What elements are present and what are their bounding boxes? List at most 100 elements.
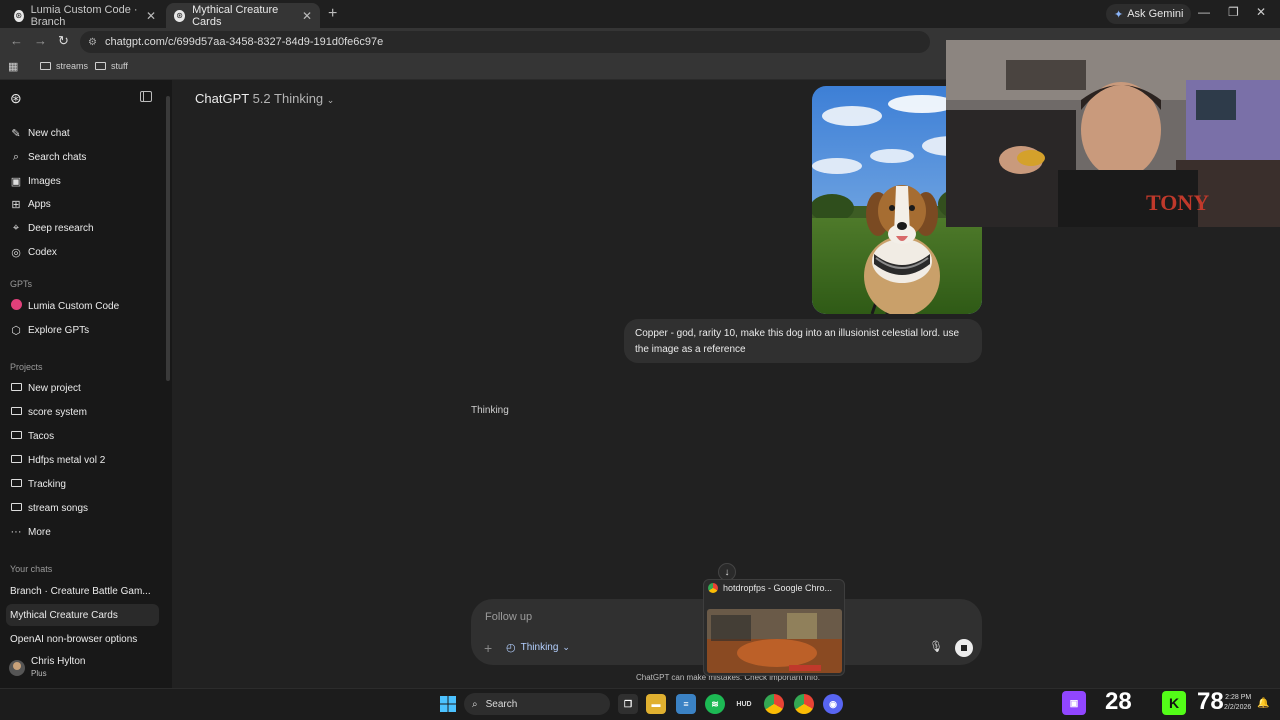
apps-icon: ⊞ — [11, 198, 21, 211]
project-stream-songs[interactable]: stream songs — [10, 497, 160, 519]
hud-fx-icon[interactable]: HUD — [734, 694, 754, 714]
clock-date: 2/2/2026 — [1224, 704, 1252, 711]
sidebar-item-images[interactable]: ▣ Images — [10, 170, 160, 192]
sidebar-item-explore-gpts[interactable]: ⬡ Explore GPTs — [10, 319, 160, 341]
task-view-icon[interactable]: ❐ — [618, 694, 638, 714]
kick-icon[interactable]: K — [1162, 691, 1186, 715]
windows-start-icon[interactable] — [438, 694, 458, 714]
folder-icon — [40, 62, 51, 70]
sidebar-item-new-chat[interactable]: ✎ New chat — [10, 122, 160, 144]
project-score-system[interactable]: score system — [10, 401, 160, 423]
sidebar-scrollbar[interactable] — [166, 96, 170, 381]
file-explorer-icon[interactable]: ▬ — [646, 694, 666, 714]
bookmark-streams[interactable]: streams — [40, 61, 88, 71]
chrome-icon[interactable] — [794, 694, 814, 714]
sidebar-item-apps[interactable]: ⊞ Apps — [10, 193, 160, 215]
project-tacos[interactable]: Tacos — [10, 425, 160, 447]
tab-lumia[interactable]: ⊛ Lumia Custom Code · Branch ✕ — [6, 3, 164, 28]
sidebar-item-label: Tracking — [28, 478, 66, 490]
sidebar-item-label: stream songs — [28, 502, 89, 514]
sidebar-item-deep-research[interactable]: ⌖ Deep research — [10, 217, 160, 239]
stop-icon — [961, 645, 967, 651]
model-name: ChatGPT — [195, 91, 249, 106]
sidebar-item-label: New project — [28, 382, 81, 394]
minimize-icon[interactable]: — — [1198, 5, 1210, 19]
window-close-icon[interactable]: ✕ — [1256, 5, 1266, 19]
taskbar-search-label: Search — [485, 698, 518, 710]
bookmark-label: streams — [56, 61, 89, 71]
chat-item-openai-non-browser[interactable]: OpenAI non-browser options — [6, 628, 159, 650]
model-selector[interactable]: ChatGPT 5.2 Thinking ⌄ — [195, 91, 334, 106]
discord-icon[interactable]: ◉ — [823, 694, 843, 714]
site-info-icon[interactable]: ⚙ — [88, 37, 97, 48]
chat-item-branch-creature[interactable]: Branch · Creature Battle Gam... — [6, 580, 159, 602]
stop-generating-button[interactable] — [955, 639, 973, 657]
twitch-viewer-count: 28 — [1105, 688, 1132, 715]
timer-icon: ◴ — [506, 642, 516, 654]
bookmark-label: stuff — [111, 61, 128, 71]
apps-grid-icon[interactable]: ▦ — [8, 60, 18, 73]
maximize-icon[interactable]: ❐ — [1228, 5, 1239, 19]
sidebar-item-label: Hdfps metal vol 2 — [28, 454, 106, 466]
gemini-spark-icon: ✦ — [1114, 8, 1124, 21]
system-clock[interactable]: 2:28 PM 2/2/2026 — [1224, 693, 1251, 713]
preview-thumbnail[interactable] — [707, 609, 842, 673]
notepad-icon[interactable]: ≡ — [676, 694, 696, 714]
twitch-icon[interactable]: ▣ — [1062, 691, 1086, 715]
new-tab-plus-icon[interactable]: + — [328, 5, 337, 23]
openai-logo-icon[interactable]: ⊛ — [10, 90, 22, 107]
folder-icon — [10, 478, 22, 490]
thinking-status[interactable]: Thinking — [471, 405, 509, 416]
image-icon: ▣ — [10, 175, 22, 188]
back-icon[interactable]: ← — [10, 33, 23, 48]
kick-viewer-count: 78 — [1197, 688, 1224, 715]
spotify-icon[interactable]: ≋ — [705, 694, 725, 714]
sidebar-item-codex[interactable]: ◎ Codex — [10, 241, 160, 263]
more-dots-icon: ··· — [10, 526, 22, 538]
sidebar-item-more[interactable]: ··· More — [10, 521, 160, 543]
arrow-down-icon: ↓ — [724, 566, 730, 578]
ask-gemini-label: Ask Gemini — [1127, 8, 1184, 20]
webcam-overlay: TONY — [946, 40, 1280, 227]
sidebar-item-label: Images — [28, 175, 61, 187]
close-icon[interactable]: ✕ — [146, 9, 156, 23]
chatgpt-favicon-icon: ⊛ — [174, 9, 186, 22]
taskbar — [0, 688, 1280, 720]
avatar[interactable] — [9, 660, 25, 676]
project-tracking[interactable]: Tracking — [10, 473, 160, 495]
follow-up-input[interactable]: Follow up — [485, 611, 532, 623]
search-icon: ⌕ — [12, 150, 20, 163]
sidebar-toggle-icon[interactable] — [140, 91, 152, 102]
reload-icon[interactable]: ↻ — [58, 33, 69, 49]
add-attachment-icon[interactable]: + — [484, 640, 492, 656]
preview-title-label: hotdropfps - Google Chro... — [723, 583, 833, 593]
microphone-icon[interactable]: 🎙 — [929, 640, 943, 653]
sidebar-item-label: score system — [28, 406, 87, 418]
project-hdfps-metal-vol-2[interactable]: Hdfps metal vol 2 — [10, 449, 160, 471]
lumia-gpt-icon — [10, 299, 22, 313]
sidebar-item-new-project[interactable]: New project — [10, 377, 160, 399]
ask-gemini-button[interactable]: ✦ Ask Gemini — [1106, 4, 1192, 24]
sidebar-item-lumia-custom-code[interactable]: Lumia Custom Code — [10, 295, 160, 317]
chrome-icon[interactable] — [764, 694, 784, 714]
sidebar-item-label: Explore GPTs — [28, 324, 90, 336]
notification-bell-icon[interactable]: 🔔 — [1257, 698, 1269, 709]
user-name[interactable]: Chris Hylton — [31, 656, 85, 667]
forward-icon[interactable]: → — [34, 33, 47, 48]
thinking-mode-pill[interactable]: ◴ Thinking ⌄ — [506, 641, 570, 654]
close-icon[interactable]: ✕ — [302, 9, 312, 23]
bookmark-stuff[interactable]: stuff — [95, 61, 128, 71]
sidebar-item-label: Lumia Custom Code — [28, 300, 120, 312]
chrome-icon — [708, 583, 718, 593]
tab-title: Lumia Custom Code · Branch — [30, 3, 138, 28]
taskbar-search[interactable]: ⌕ Search — [464, 693, 610, 715]
tab-mythical[interactable]: ⊛ Mythical Creature Cards ✕ — [166, 3, 320, 28]
chat-item-mythical-creature-cards[interactable]: Mythical Creature Cards — [6, 604, 159, 626]
sidebar-item-label: Apps — [28, 198, 51, 210]
chatgpt-favicon-icon: ⊛ — [14, 9, 24, 22]
sidebar-item-search-chats[interactable]: ⌕ Search chats — [10, 146, 160, 168]
svg-text:TONY: TONY — [1146, 190, 1209, 215]
sidebar-item-label: Tacos — [28, 430, 55, 442]
explore-icon: ⬡ — [11, 324, 21, 337]
address-bar[interactable]: ⚙ chatgpt.com/c/699d57aa-3458-8327-84d9-… — [80, 31, 930, 53]
